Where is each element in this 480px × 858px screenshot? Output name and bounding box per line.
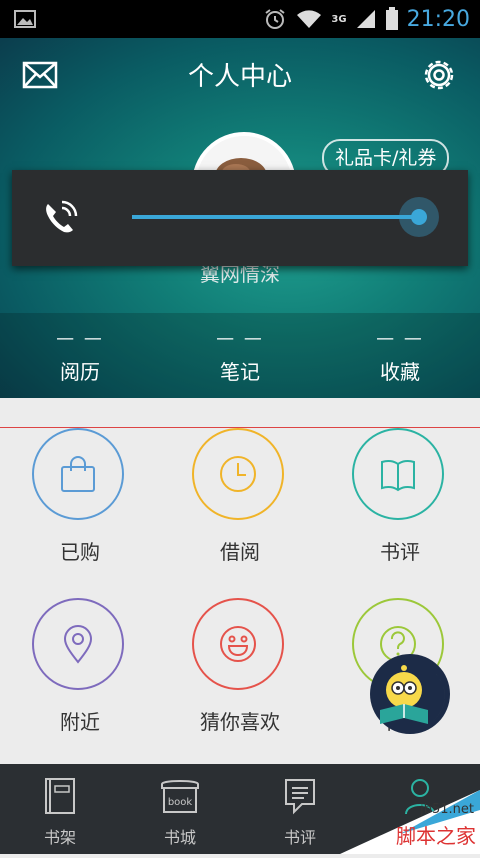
- stat-label: 笔记: [220, 360, 260, 384]
- shopping-bag-icon: [61, 456, 95, 492]
- stat-value: — —: [376, 328, 424, 349]
- grid-item-label: 书评: [380, 540, 420, 564]
- bookstore-icon: book: [161, 780, 199, 813]
- open-book-icon: [381, 459, 415, 492]
- phone-call-icon: [46, 200, 78, 233]
- nav-label: 书架: [43, 828, 76, 847]
- signal-icon: [356, 10, 375, 28]
- stat-notes[interactable]: — — 笔记: [160, 328, 320, 398]
- network-type: 3G: [331, 13, 347, 25]
- stats-row: — — 阅历 — — 笔记 — — 收藏: [0, 328, 480, 398]
- circle: [32, 428, 124, 520]
- watermark-brand: 脚本之家: [396, 824, 476, 848]
- image-notification-icon: [14, 10, 36, 28]
- alarm-icon: [265, 9, 286, 29]
- grid-item-label: 附近: [60, 710, 100, 734]
- nav-icon-text: book: [168, 797, 193, 808]
- status-bar: 3G 21:20: [0, 0, 480, 38]
- bookshelf-icon: [45, 778, 75, 814]
- smiley-icon: [220, 626, 256, 662]
- circle: [192, 598, 284, 690]
- grid-item-label: 猜你喜欢: [200, 710, 280, 734]
- battery-icon: [385, 7, 398, 30]
- volume-slider-handle[interactable]: [399, 197, 439, 237]
- page-title: 个人中心: [187, 62, 292, 92]
- gear-icon[interactable]: [420, 56, 458, 94]
- watermark: jb51.net 脚本之家: [340, 784, 480, 854]
- grid-item-nearby[interactable]: 附近: [0, 596, 160, 764]
- stat-value: — —: [56, 328, 104, 349]
- volume-slider-track[interactable]: [132, 215, 420, 219]
- stat-value: — —: [216, 328, 264, 349]
- clock-icon: [220, 456, 256, 492]
- stat-favorites[interactable]: — — 收藏: [320, 328, 480, 398]
- grid-item-reviews[interactable]: 书评: [320, 428, 480, 596]
- grid-item-label: 借阅: [220, 540, 260, 564]
- stat-reading-history[interactable]: — — 阅历: [0, 328, 160, 398]
- grid-item-purchased[interactable]: 已购: [0, 428, 160, 596]
- wifi-icon: [297, 10, 322, 28]
- nav-bookshelf[interactable]: 书架: [0, 764, 120, 854]
- circle: [192, 428, 284, 520]
- location-pin-icon: [63, 625, 93, 664]
- comment-icon: [285, 779, 315, 815]
- clock: 21:20: [406, 6, 470, 32]
- stat-label: 阅历: [60, 360, 100, 384]
- stat-label: 收藏: [380, 360, 420, 384]
- circle: [32, 598, 124, 690]
- grid-item-recommend[interactable]: 猜你喜欢: [160, 596, 320, 764]
- grid-item-label: 已购: [60, 540, 100, 564]
- watermark-site: jb51.net: [420, 802, 474, 817]
- grid-item-borrow[interactable]: 借阅: [160, 428, 320, 596]
- call-volume-overlay: [12, 170, 468, 266]
- circle: [352, 428, 444, 520]
- mascot-floating-button[interactable]: [370, 654, 450, 734]
- nav-bookstore[interactable]: book 书城: [120, 764, 240, 854]
- nav-label: 书城: [163, 828, 196, 847]
- reading-mascot-icon: [380, 665, 445, 728]
